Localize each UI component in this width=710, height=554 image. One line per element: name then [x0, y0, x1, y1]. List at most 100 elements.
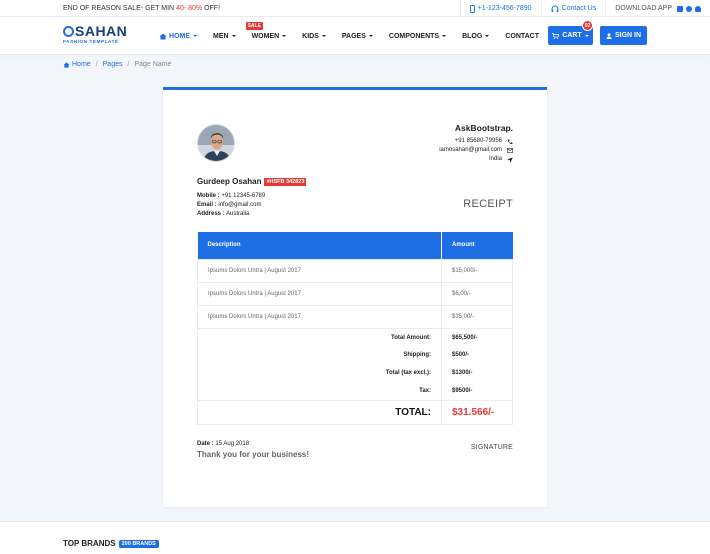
nav-women[interactable]: SALE WOMEN — [245, 21, 287, 40]
apple-icon[interactable] — [686, 5, 692, 12]
promo-suffix: OFF! — [202, 4, 221, 12]
email-label: Email : — [197, 202, 217, 208]
mobile-value: +91 12345-6789 — [219, 193, 266, 199]
chevron-down-icon — [231, 35, 236, 37]
email-value: info@gmail.com — [216, 202, 262, 208]
person-photo-icon — [198, 125, 234, 161]
shipping-row: Shipping: $500/- — [197, 346, 513, 364]
grand-total-label: TOTAL: — [197, 399, 442, 425]
contact-text: Contact Us — [561, 5, 597, 12]
row-amount: $35,00/- — [441, 304, 513, 329]
nav-kids[interactable]: KIDS — [302, 33, 326, 40]
chevron-down-icon — [282, 35, 287, 37]
company-country: India — [488, 156, 502, 162]
customer-info: Mobile : +91 12345-6789 Email : info@gma… — [197, 192, 265, 219]
main-menu: HOME MEN SALE WOMEN KIDS PAGES COMPONENT… — [159, 17, 555, 55]
total-tax-excl-value: $1300/- — [441, 364, 513, 382]
breadcrumb-pages[interactable]: Pages — [103, 61, 123, 68]
download-text: DOWNLOAD APP — [615, 5, 672, 12]
breadcrumb-separator: / — [95, 61, 98, 68]
mobile-icon — [469, 4, 475, 13]
total-amount-row: Total Amount: $65,500/- — [197, 328, 513, 346]
cart-button[interactable]: CART 02 — [548, 20, 593, 45]
phone-text: +1-123-456-7890 — [477, 5, 532, 12]
chevron-down-icon — [442, 35, 447, 37]
table-row: Ipsums Dolors Untra | August 2017 $35,00… — [197, 304, 513, 329]
thank-you-message: Thank you for your business! — [197, 450, 310, 459]
breadcrumb: Home / Pages / Page Name — [63, 61, 171, 68]
nav-components[interactable]: COMPONENTS — [389, 33, 447, 40]
download-app[interactable]: DOWNLOAD APP — [605, 0, 710, 17]
receipt-card: Gurdeep Osahan #HSFB 342823 Mobile : +91… — [163, 87, 547, 507]
grand-total-row: TOTAL: $31.566/- — [197, 399, 513, 425]
logo-name: SAHAN — [75, 23, 128, 39]
phone-link[interactable]: +1-123-456-7890 — [459, 0, 541, 17]
nav-contact[interactable]: CONTACT — [505, 33, 539, 40]
table-header-row: Description Amount — [197, 232, 513, 259]
chevron-down-icon — [321, 35, 326, 37]
contact-link[interactable]: Contact Us — [540, 0, 606, 17]
sale-badge: SALE — [245, 21, 263, 30]
promo-highlight: 40- 80% — [176, 4, 203, 12]
total-tax-excl-label: Total (tax excl.): — [197, 364, 442, 382]
tax-row: Tax: $9500/- — [197, 382, 513, 400]
breadcrumb-separator: / — [127, 61, 130, 68]
nav-pages-label: PAGES — [341, 32, 366, 40]
cart-label: CART — [562, 32, 582, 39]
top-brands-heading: TOP BRANDS 200 BRANDS — [63, 539, 159, 548]
location-arrow-icon — [507, 156, 513, 163]
tax-value: $9500/- — [441, 382, 513, 400]
signature-label: SIGNATURE — [470, 444, 513, 451]
nav-kids-label: KIDS — [302, 32, 319, 40]
top-brands-section: TOP BRANDS 200 BRANDS — [0, 521, 710, 554]
table-row: Ipsums Dolors Untra | August 2017 $15,00… — [197, 258, 513, 283]
company-info: AskBootstrap. +91 85680-79956 iamosahan@… — [439, 124, 513, 164]
date-value: 15 Aug 2018 — [213, 441, 250, 447]
windows-icon[interactable] — [677, 5, 683, 12]
company-name: AskBootstrap. — [454, 123, 513, 133]
total-tax-excl-row: Total (tax excl.): $1300/- — [197, 364, 513, 382]
envelope-icon — [507, 148, 513, 153]
breadcrumb-home[interactable]: Home — [72, 61, 91, 68]
table-row: Ipsums Dolors Untra | August 2017 $6,00/… — [197, 281, 513, 306]
column-header-amount: Amount — [441, 232, 513, 259]
tax-label: Tax: — [197, 382, 442, 400]
sign-in-label: SIGN IN — [614, 32, 642, 39]
shipping-value: $500/- — [441, 346, 513, 364]
headset-icon — [551, 5, 559, 12]
nav-men[interactable]: MEN — [213, 33, 236, 40]
nav-blog[interactable]: BLOG — [462, 33, 490, 40]
logo-ring-icon — [63, 26, 74, 37]
shipping-label: Shipping: — [197, 346, 442, 364]
row-description: Ipsums Dolors Untra | August 2017 — [197, 281, 442, 306]
chevron-down-icon — [368, 35, 373, 37]
customer-name: Gurdeep Osahan #HSFB 342823 — [197, 177, 307, 186]
nav-men-label: MEN — [213, 32, 229, 40]
brands-count-badge: 200 BRANDS — [118, 539, 159, 548]
nav-contact-label: CONTACT — [505, 32, 540, 40]
nav-home[interactable]: HOME — [159, 33, 197, 40]
breadcrumb-current: Page Name — [134, 61, 172, 68]
promo-text: END OF REASON SALE- GET MIN 40- 80% OFF! — [63, 5, 220, 12]
nav-pages[interactable]: PAGES — [342, 33, 373, 40]
home-icon — [159, 33, 167, 39]
receipt-title: RECEIPT — [463, 198, 513, 210]
address-value: Australia — [224, 211, 250, 217]
total-amount-value: $65,500/- — [441, 328, 513, 346]
home-icon — [63, 61, 70, 68]
date-label: Date : — [197, 441, 214, 447]
nav-women-label: WOMEN — [251, 32, 280, 40]
company-email: iamosahan@gmail.com — [439, 147, 502, 153]
customer-id-badge: #HSFB 342823 — [264, 177, 307, 186]
address-label: Address : — [197, 211, 225, 217]
customer-name-text: Gurdeep Osahan — [197, 177, 262, 186]
main-navbar: SAHAN FASHION TEMPLATE HOME MEN SALE WOM… — [0, 17, 710, 55]
cart-count-badge: 02 — [582, 20, 593, 31]
top-brands-title: TOP BRANDS — [63, 539, 116, 548]
row-description: Ipsums Dolors Untra | August 2017 — [197, 258, 442, 283]
logo[interactable]: SAHAN FASHION TEMPLATE — [63, 23, 128, 44]
total-amount-label: Total Amount: — [197, 328, 442, 346]
android-icon[interactable] — [695, 5, 701, 12]
sign-in-button[interactable]: SIGN IN — [600, 26, 647, 45]
cart-icon — [552, 32, 560, 39]
